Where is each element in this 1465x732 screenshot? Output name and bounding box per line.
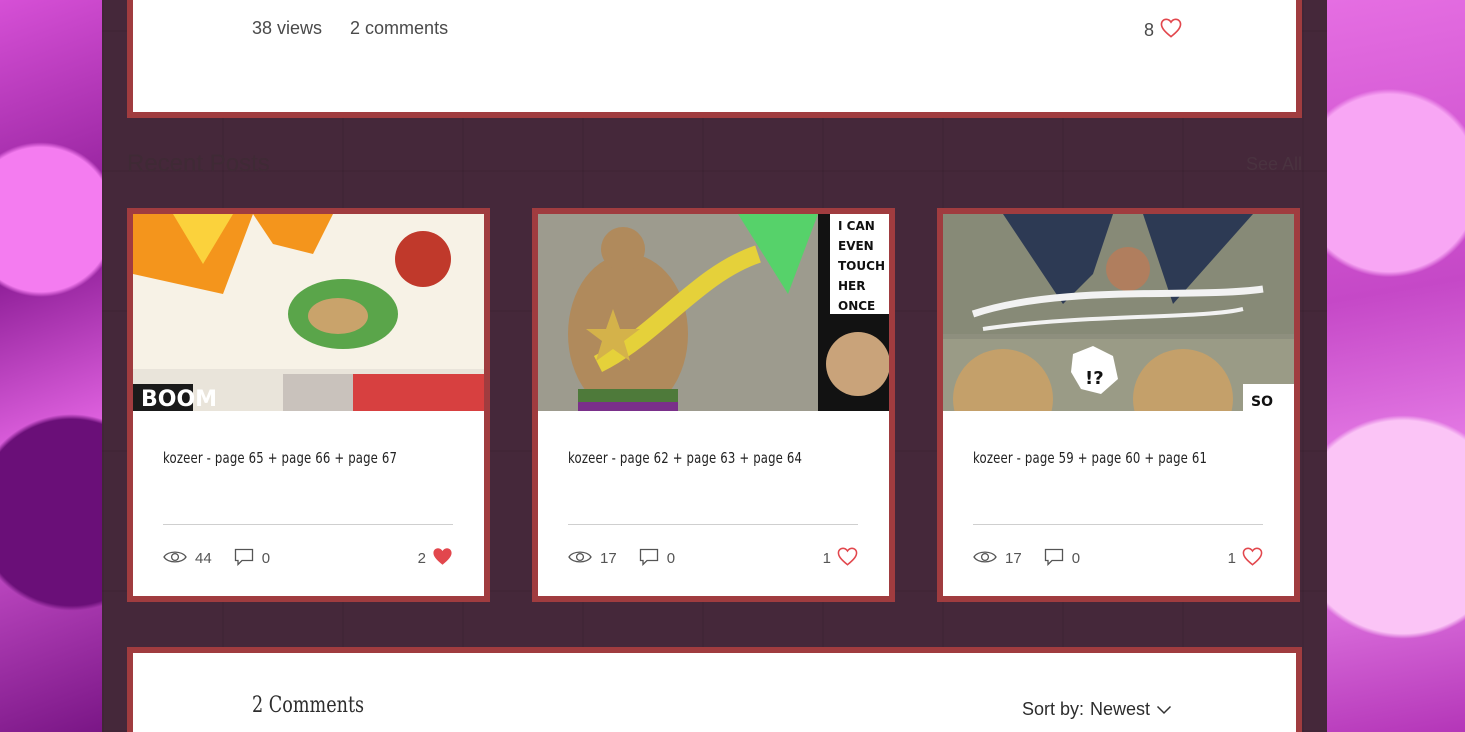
recent-posts-heading: Recent Posts [127,150,270,177]
recent-post-title[interactable]: kozeer - page 59 + page 60 + page 61 [973,449,1207,467]
post-footer-card: 38 views 2 comments 8 [127,0,1302,118]
views-stat: 17 [973,549,1022,569]
likes-count: 1 [822,550,831,567]
eye-icon [163,549,187,569]
recent-post-card[interactable]: BOOM kozeer - page 65 + page 66 + page 6… [127,208,490,602]
comments-count: 0 [666,550,676,567]
divider [163,524,453,525]
eye-icon [973,549,997,569]
comments-stat[interactable]: 0 [639,548,675,570]
heart-outline-icon [1242,547,1263,570]
views-count: 44 [195,550,212,567]
post-thumbnail[interactable]: BOOM [133,214,484,411]
sort-label: Sort by: [1021,699,1084,719]
post-thumbnail[interactable]: !? SO [943,214,1294,411]
comments-count: 0 [261,550,271,567]
chevron-down-icon [1156,699,1172,720]
comment-icon [1044,548,1064,570]
heart-outline-icon [837,547,858,570]
svg-text:TOUCH: TOUCH [838,259,885,273]
views-stat: 44 [163,549,212,569]
post-thumbnail[interactable]: I CAN EVEN TOUCH HER ONCE [538,214,889,411]
comments-count: 0 [1071,550,1081,567]
views-count: 17 [600,550,617,567]
post-stats: 38 views 2 comments [252,18,448,39]
see-all-link[interactable]: See All [1246,154,1302,175]
comments-section: 2 Comments Sort by: Newest [127,647,1302,732]
heart-filled-icon [432,547,453,570]
recent-post-title[interactable]: kozeer - page 62 + page 63 + page 64 [568,449,802,467]
views-stat: 17 [568,549,617,569]
views-count: 17 [1005,550,1022,567]
divider [973,524,1263,525]
post-comments-link[interactable]: 2 comments [350,18,448,39]
heart-outline-icon [1160,18,1182,43]
sort-value: Newest [1089,699,1150,719]
svg-text:ONCE: ONCE [838,299,875,313]
svg-text:I CAN: I CAN [838,219,875,233]
post-meta: 17 0 1 [973,547,1263,570]
eye-icon [568,549,592,569]
svg-text:SO: SO [1251,394,1273,410]
svg-text:HER: HER [838,279,865,293]
likes-count: 1 [1227,550,1236,567]
divider [568,524,858,525]
post-meta: 17 0 1 [568,547,858,570]
recent-post-title[interactable]: kozeer - page 65 + page 66 + page 67 [163,449,397,467]
post-meta: 44 0 2 [163,547,453,570]
background-art-right [1327,0,1465,732]
like-button[interactable]: 2 [418,547,453,570]
comments-stat[interactable]: 0 [234,548,270,570]
background-art-left [0,0,102,732]
like-button[interactable]: 1 [1228,547,1263,570]
like-button[interactable]: 1 [823,547,858,570]
comment-icon [639,548,659,570]
recent-post-card[interactable]: I CAN EVEN TOUCH HER ONCE kozeer - page … [532,208,895,602]
post-like-count: 8 [1143,20,1154,40]
svg-text:BOOM: BOOM [141,387,217,411]
comments-stat[interactable]: 0 [1044,548,1080,570]
recent-post-card[interactable]: !? SO kozeer - page 59 + page 60 + page … [937,208,1300,602]
likes-count: 2 [417,550,426,567]
post-views: 38 views [252,18,323,38]
post-like-button[interactable]: 8 [1144,18,1182,43]
sort-dropdown[interactable]: Sort by: Newest [1022,699,1172,720]
svg-text:!?: !? [1085,368,1104,389]
svg-text:EVEN: EVEN [838,239,874,253]
comments-heading: 2 Comments [252,693,365,718]
comment-icon [234,548,254,570]
